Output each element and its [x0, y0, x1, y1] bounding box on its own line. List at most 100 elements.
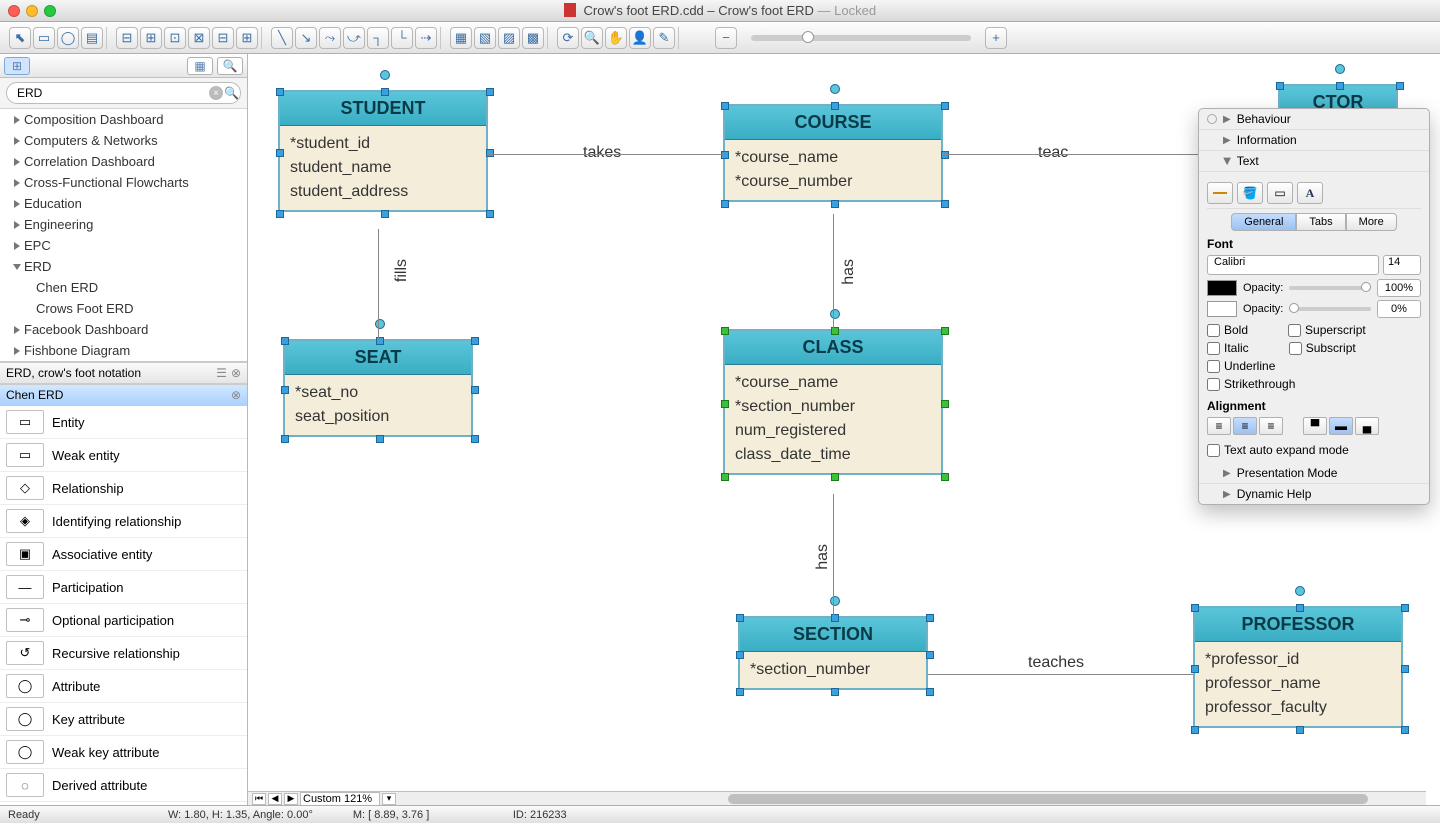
- tree-item[interactable]: Correlation Dashboard: [0, 151, 247, 172]
- shape-item[interactable]: ▭Weak entity: [0, 439, 247, 472]
- auto-expand-check[interactable]: Text auto expand mode: [1207, 443, 1421, 457]
- selection-handle[interactable]: [486, 210, 494, 218]
- bg-color-swatch[interactable]: [1207, 301, 1237, 317]
- opacity-value-1[interactable]: [1377, 279, 1421, 297]
- selection-handle[interactable]: [281, 337, 289, 345]
- layer-tool-2[interactable]: ▧: [474, 27, 496, 49]
- align-right[interactable]: ≡: [1259, 417, 1283, 435]
- tree-tool-1[interactable]: ⊟: [116, 27, 138, 49]
- tree-tool-4[interactable]: ⊠: [188, 27, 210, 49]
- underline-check[interactable]: Underline: [1207, 359, 1275, 373]
- shape-item[interactable]: ◌Derived attribute: [0, 769, 247, 802]
- tree-item[interactable]: Composition Dashboard: [0, 109, 247, 130]
- tree-item[interactable]: Fishbone Diagram: [0, 340, 247, 361]
- insp-tab-general[interactable]: General: [1231, 213, 1296, 231]
- layer-tool-3[interactable]: ▨: [498, 27, 520, 49]
- selection-handle[interactable]: [736, 688, 744, 696]
- entity-seat[interactable]: SEAT*seat_noseat_position: [283, 339, 473, 437]
- entity-professor[interactable]: PROFESSOR*professor_idprofessor_nameprof…: [1193, 606, 1403, 728]
- selection-handle[interactable]: [941, 473, 949, 481]
- entity-class[interactable]: CLASS*course_name*section_numbernum_regi…: [723, 329, 943, 475]
- sub-check[interactable]: Subscript: [1289, 341, 1356, 355]
- lib-header-chen[interactable]: Chen ERD ⊗: [0, 384, 247, 406]
- shape-item[interactable]: ↺Recursive relationship: [0, 637, 247, 670]
- tree-item[interactable]: ERD: [0, 256, 247, 277]
- insp-text[interactable]: ▶Text: [1199, 151, 1429, 172]
- bold-check[interactable]: Bold: [1207, 323, 1248, 337]
- selection-handle[interactable]: [486, 88, 494, 96]
- font-select[interactable]: Calibri: [1207, 255, 1379, 275]
- selection-handle[interactable]: [941, 102, 949, 110]
- shape-item[interactable]: ▭Entity: [0, 406, 247, 439]
- rotate-handle[interactable]: [375, 319, 385, 329]
- zoom-thumb[interactable]: [802, 31, 814, 43]
- close-lib2-icon[interactable]: ⊗: [231, 388, 241, 402]
- tree-tool-5[interactable]: ⊟: [212, 27, 234, 49]
- selection-handle[interactable]: [1296, 604, 1304, 612]
- layer-tool-4[interactable]: ▩: [522, 27, 544, 49]
- selection-handle[interactable]: [926, 651, 934, 659]
- align-left[interactable]: ≡: [1207, 417, 1231, 435]
- sidebar-tab-search[interactable]: 🔍: [217, 57, 243, 75]
- tree-item[interactable]: EPC: [0, 235, 247, 256]
- selection-handle[interactable]: [941, 200, 949, 208]
- selection-handle[interactable]: [941, 400, 949, 408]
- selection-handle[interactable]: [831, 200, 839, 208]
- page-next[interactable]: ▶: [284, 793, 298, 805]
- selection-handle[interactable]: [471, 337, 479, 345]
- selection-handle[interactable]: [721, 400, 729, 408]
- valign-bot[interactable]: ▄: [1355, 417, 1379, 435]
- insp-tab-tabs[interactable]: Tabs: [1296, 213, 1345, 231]
- selection-handle[interactable]: [831, 102, 839, 110]
- pointer-tool[interactable]: ⬉: [9, 27, 31, 49]
- selection-handle[interactable]: [1336, 82, 1344, 90]
- conn-tool-7[interactable]: ⇢: [415, 27, 437, 49]
- selection-handle[interactable]: [1191, 665, 1199, 673]
- selection-handle[interactable]: [1401, 665, 1409, 673]
- selection-handle[interactable]: [721, 200, 729, 208]
- selection-handle[interactable]: [381, 88, 389, 96]
- selection-handle[interactable]: [926, 614, 934, 622]
- selection-handle[interactable]: [1296, 726, 1304, 734]
- selection-handle[interactable]: [486, 149, 494, 157]
- ellipse-tool[interactable]: ◯: [57, 27, 79, 49]
- strike-check[interactable]: Strikethrough: [1207, 377, 1295, 391]
- zoom-field[interactable]: [300, 792, 380, 806]
- font-size-select[interactable]: 14: [1383, 255, 1421, 275]
- rotate-handle[interactable]: [830, 309, 840, 319]
- pin-icon[interactable]: ☰: [216, 366, 227, 380]
- entity-section[interactable]: SECTION*section_number: [738, 616, 928, 690]
- selection-handle[interactable]: [1396, 82, 1404, 90]
- shape-item[interactable]: ◇Relationship: [0, 472, 247, 505]
- insp-dynamic-help[interactable]: ▶Dynamic Help: [1199, 484, 1429, 504]
- tree-item[interactable]: Engineering: [0, 214, 247, 235]
- zoom-out-button[interactable]: −: [715, 27, 737, 49]
- shape-item[interactable]: —Participation: [0, 571, 247, 604]
- close-lib-icon[interactable]: ⊗: [231, 366, 241, 380]
- sidebar-tab-libs[interactable]: ⊞: [4, 57, 30, 75]
- super-check[interactable]: Superscript: [1288, 323, 1366, 337]
- conn-tool-2[interactable]: ↘: [295, 27, 317, 49]
- valign-top[interactable]: ▀: [1303, 417, 1327, 435]
- horizontal-scrollbar[interactable]: [508, 791, 1426, 805]
- shape-item[interactable]: ⊸Optional participation: [0, 604, 247, 637]
- selection-handle[interactable]: [941, 151, 949, 159]
- magnifier-tool[interactable]: 🔍: [581, 27, 603, 49]
- selection-handle[interactable]: [721, 473, 729, 481]
- selection-handle[interactable]: [831, 473, 839, 481]
- tree-item[interactable]: Chen ERD: [0, 277, 247, 298]
- selection-handle[interactable]: [281, 435, 289, 443]
- opacity-slider-1[interactable]: [1289, 286, 1371, 290]
- tree-tool-2[interactable]: ⊞: [140, 27, 162, 49]
- sidebar-tab-grid[interactable]: ▦: [187, 57, 213, 75]
- selection-handle[interactable]: [276, 149, 284, 157]
- opacity-slider-2[interactable]: [1289, 307, 1371, 311]
- rotate-handle[interactable]: [380, 70, 390, 80]
- rotate-handle[interactable]: [1295, 586, 1305, 596]
- insp-tab-more[interactable]: More: [1346, 213, 1397, 231]
- rotate-handle[interactable]: [830, 84, 840, 94]
- rotate-handle[interactable]: [830, 596, 840, 606]
- tree-item[interactable]: Education: [0, 193, 247, 214]
- selection-handle[interactable]: [281, 386, 289, 394]
- conn-tool-1[interactable]: ╲: [271, 27, 293, 49]
